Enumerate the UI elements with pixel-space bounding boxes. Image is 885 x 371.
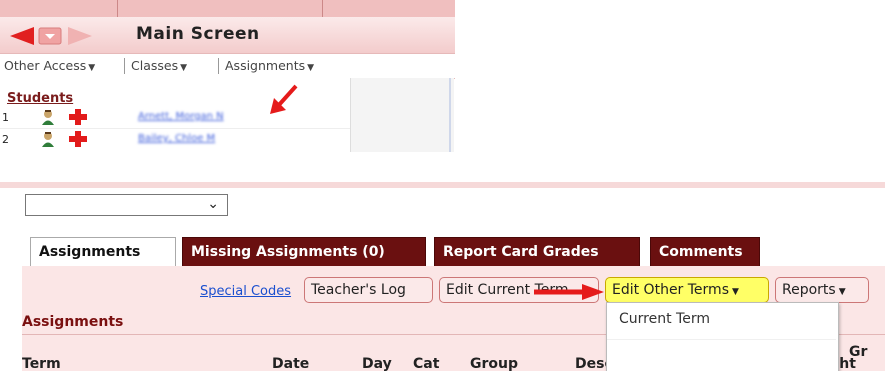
assignments-panel: ⌄ Assignments Missing Assignments (0) Re… (0, 182, 885, 371)
column-header-term[interactable]: Term (22, 356, 61, 371)
medical-cross-icon[interactable] (68, 131, 88, 147)
class-select[interactable]: ⌄ (25, 194, 228, 216)
assignments-section-title: Assignments (22, 314, 124, 330)
caret-down-icon: ▼ (732, 287, 739, 297)
tab-label: Missing Assignments (0) (191, 244, 385, 260)
tab-label: Assignments (39, 244, 141, 260)
menu-label: Classes (131, 58, 179, 73)
button-label: Reports (782, 282, 836, 298)
teachers-log-button[interactable]: Teacher's Log (304, 277, 433, 303)
tab-comments[interactable]: Comments (650, 237, 760, 267)
column-header-gr[interactable]: Gr (849, 344, 867, 360)
menu-divider (218, 58, 219, 74)
grid-right-pane (350, 78, 454, 152)
annotation-arrow-icon (534, 284, 604, 300)
row-number: 2 (2, 133, 9, 146)
menu-label: Other Access (4, 58, 87, 73)
dropdown-divider (607, 339, 836, 340)
menu-assignments[interactable]: Assignments ▼ (225, 58, 314, 73)
tab-divider (117, 0, 118, 17)
students-header-link[interactable]: Students (7, 91, 73, 106)
caret-down-icon: ▼ (180, 63, 188, 73)
caret-down-icon: ▼ (88, 63, 96, 73)
column-header-group[interactable]: Group (470, 356, 518, 371)
menu-square-icon[interactable] (38, 27, 62, 45)
caret-down-icon: ▼ (838, 287, 846, 297)
pane-divider (449, 78, 451, 152)
student-row: 2 Bailey, Chloe M (0, 130, 350, 150)
nav-arrows (10, 27, 92, 45)
tab-assignments[interactable]: Assignments (30, 237, 176, 267)
student-icon[interactable] (40, 131, 56, 147)
main-screen-panel: Main Screen Other Access ▼ Classes ▼ Assig… (0, 0, 455, 152)
assignment-tabs: Assignments Missing Assignments (0) Repo… (22, 237, 885, 267)
column-header-date[interactable]: Date (272, 356, 309, 371)
top-tab-strip (0, 0, 455, 18)
main-screen-title: Main Screen (136, 24, 260, 44)
edit-other-terms-dropdown: Current Term (606, 302, 839, 371)
column-header-cat[interactable]: Cat (413, 356, 439, 371)
main-menu-bar: Other Access ▼ Classes ▼ Assignments ▼ (0, 53, 455, 79)
student-icon[interactable] (40, 109, 56, 125)
annotation-arrow-icon (270, 84, 298, 114)
student-name-link[interactable]: Arnett, Morgan N (138, 111, 224, 122)
tab-report-card-grades[interactable]: Report Card Grades (434, 237, 640, 267)
edit-other-terms-button[interactable]: Edit Other Terms ▼ (605, 277, 769, 303)
column-header-day[interactable]: Day (362, 356, 392, 371)
chevron-down-icon: ⌄ (207, 196, 219, 212)
back-arrow-icon[interactable] (10, 27, 34, 45)
top-divider-band (0, 182, 885, 188)
tab-missing-assignments[interactable]: Missing Assignments (0) (182, 237, 426, 267)
menu-divider (124, 58, 125, 74)
button-label: Edit Other Terms (612, 282, 729, 298)
menu-classes[interactable]: Classes ▼ (131, 58, 187, 73)
special-codes-link[interactable]: Special Codes (200, 284, 291, 299)
medical-cross-icon[interactable] (68, 109, 88, 125)
tab-label: Report Card Grades (443, 244, 599, 260)
tab-label: Comments (659, 244, 743, 260)
dropdown-item-current-term[interactable]: Current Term (619, 311, 710, 327)
menu-label: Assignments (225, 58, 306, 73)
caret-down-icon: ▼ (307, 63, 315, 73)
student-name-link[interactable]: Bailey, Chloe M (138, 133, 215, 144)
row-number: 1 (2, 111, 9, 124)
forward-arrow-icon[interactable] (68, 27, 92, 45)
button-label: Teacher's Log (311, 282, 406, 298)
menu-other-access[interactable]: Other Access ▼ (4, 58, 95, 73)
reports-button[interactable]: Reports ▼ (775, 277, 869, 303)
tab-divider (322, 0, 323, 17)
